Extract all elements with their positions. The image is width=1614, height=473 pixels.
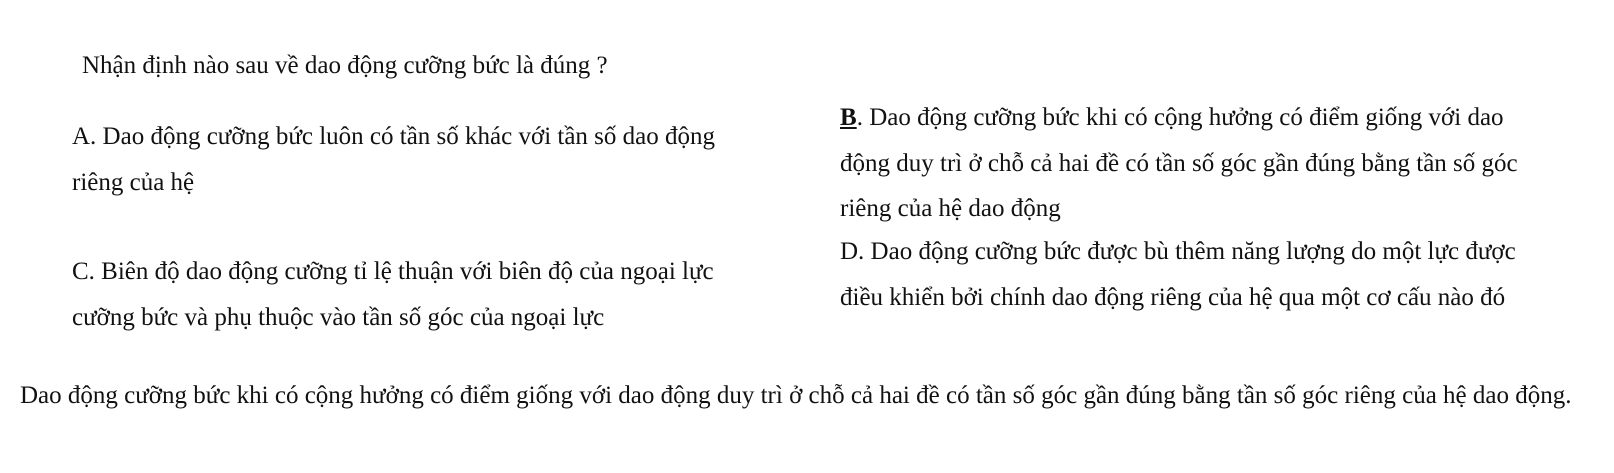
answer-options: A. Dao động cưỡng bức luôn có tần số khá… <box>72 95 1552 365</box>
option-b: B. Dao động cưỡng bức khi có cộng hưởng … <box>840 95 1540 232</box>
option-d-text: D. Dao động cưỡng bức được bù thêm năng … <box>840 238 1516 311</box>
option-d: D. Dao động cưỡng bức được bù thêm năng … <box>840 229 1540 320</box>
option-c: C. Biên độ dao động cưỡng tỉ lệ thuận vớ… <box>72 249 752 340</box>
option-a-text: A. Dao động cưỡng bức luôn có tần số khá… <box>72 123 716 196</box>
question-text: Nhận định nào sau về dao động cưỡng bức … <box>82 52 608 79</box>
option-a: A. Dao động cưỡng bức luôn có tần số khá… <box>72 114 752 205</box>
answer-explanation: Dao động cưỡng bức khi có cộng hưởng có … <box>20 382 1572 409</box>
option-c-text: C. Biên độ dao động cưỡng tỉ lệ thuận vớ… <box>72 258 714 331</box>
option-b-letter: B <box>840 104 857 131</box>
option-b-text: . Dao động cưỡng bức khi có cộng hưởng c… <box>840 104 1518 222</box>
